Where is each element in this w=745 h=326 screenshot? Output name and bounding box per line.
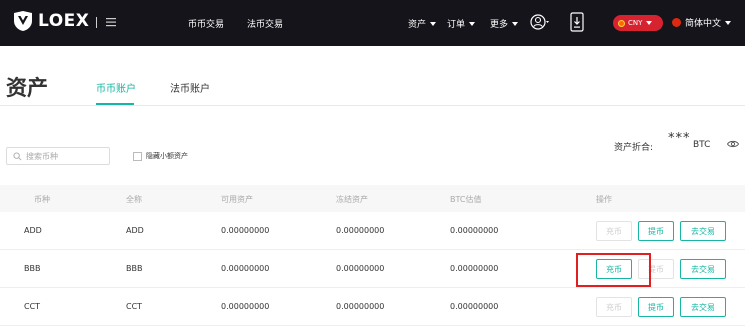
language-label: 简体中文 xyxy=(685,19,722,29)
user-icon[interactable] xyxy=(530,12,550,32)
nav-orders-label: 订单 xyxy=(447,20,466,30)
logo-text: LOEX xyxy=(38,11,90,31)
chevron-down-icon xyxy=(512,21,519,26)
table-row: CCT CCT 0.00000000 0.00000000 0.00000000… xyxy=(0,288,745,326)
nav-assets-menu[interactable]: 资产 xyxy=(408,17,437,30)
cell-available: 0.00000000 xyxy=(221,302,270,311)
column-header-btc-value: BTC估值 xyxy=(450,195,482,204)
withdraw-button[interactable]: 提币 xyxy=(638,297,674,317)
nav-link-fiat-trade[interactable]: 法币交易 xyxy=(247,17,283,30)
hide-small-assets-label: 隐藏小额资产 xyxy=(146,152,188,160)
trade-button[interactable]: 去交易 xyxy=(680,259,726,279)
cell-available: 0.00000000 xyxy=(221,226,270,235)
nav-more-menu[interactable]: 更多 xyxy=(490,17,519,30)
column-header-fullname: 全称 xyxy=(126,195,142,204)
cell-coin: CCT xyxy=(24,302,41,311)
cell-coin: ADD xyxy=(24,226,42,235)
cell-frozen: 0.00000000 xyxy=(336,264,385,273)
column-header-actions: 操作 xyxy=(596,195,612,204)
nav-assets-label: 资产 xyxy=(408,20,427,30)
cell-fullname: BBB xyxy=(126,264,143,273)
page-title: 资产 xyxy=(6,76,48,100)
search-icon xyxy=(13,151,22,160)
column-header-available: 可用资产 xyxy=(221,195,253,204)
trade-button[interactable]: 去交易 xyxy=(680,221,726,241)
cell-frozen: 0.00000000 xyxy=(336,302,385,311)
top-nav: LOEX 币币交易 法币交易 资产 订单 更多 CNY 简体中文 xyxy=(0,0,745,46)
nav-link-spot-trade[interactable]: 币币交易 xyxy=(188,17,224,30)
chevron-down-icon xyxy=(430,21,437,26)
chevron-down-icon xyxy=(646,21,653,25)
nav-orders-menu[interactable]: 订单 xyxy=(447,17,476,30)
deposit-button[interactable]: 充币 xyxy=(596,221,632,241)
search-input[interactable] xyxy=(26,151,106,161)
cell-btc-value: 0.00000000 xyxy=(450,264,499,273)
hide-small-assets-checkbox[interactable] xyxy=(133,151,142,161)
language-selector[interactable]: 简体中文 xyxy=(672,16,732,29)
cell-fullname: ADD xyxy=(126,226,144,235)
cell-frozen: 0.00000000 xyxy=(336,226,385,235)
search-box[interactable] xyxy=(6,147,110,165)
asset-total-value: *** xyxy=(668,131,691,146)
highlight-annotation xyxy=(576,253,651,287)
chevron-down-icon xyxy=(469,21,476,26)
menu-icon[interactable] xyxy=(106,17,116,27)
cell-available: 0.00000000 xyxy=(221,264,270,273)
currency-label: CNY xyxy=(628,19,643,27)
cell-fullname: CCT xyxy=(126,302,143,311)
nav-divider xyxy=(96,17,97,28)
asset-total-label: 资产折合: xyxy=(614,143,654,153)
column-header-coin: 币种 xyxy=(34,195,50,204)
logo[interactable]: LOEX xyxy=(12,10,89,32)
asset-total-unit: BTC xyxy=(693,140,711,150)
eye-icon[interactable] xyxy=(727,139,739,149)
currency-flag-icon xyxy=(618,19,625,27)
hide-small-assets-toggle[interactable]: 隐藏小额资产 xyxy=(133,151,188,161)
withdraw-button[interactable]: 提币 xyxy=(638,221,674,241)
cell-coin: BBB xyxy=(24,264,41,273)
nav-more-label: 更多 xyxy=(490,20,509,30)
tab-spot-account[interactable]: 币币账户 xyxy=(96,80,136,95)
china-flag-icon xyxy=(672,18,681,27)
table-header: 币种 全称 可用资产 冻结资产 BTC估值 操作 xyxy=(0,185,745,212)
deposit-button[interactable]: 充币 xyxy=(596,297,632,317)
cell-btc-value: 0.00000000 xyxy=(450,302,499,311)
logo-shield-icon xyxy=(14,11,32,31)
currency-selector[interactable]: CNY xyxy=(613,15,663,31)
cell-btc-value: 0.00000000 xyxy=(450,226,499,235)
title-divider xyxy=(0,105,745,106)
tab-fiat-account[interactable]: 法币账户 xyxy=(170,80,210,95)
chevron-down-icon xyxy=(725,20,732,25)
column-header-frozen: 冻结资产 xyxy=(336,195,368,204)
download-app-icon[interactable] xyxy=(570,12,584,32)
table-row: ADD ADD 0.00000000 0.00000000 0.00000000… xyxy=(0,212,745,250)
trade-button[interactable]: 去交易 xyxy=(680,297,726,317)
